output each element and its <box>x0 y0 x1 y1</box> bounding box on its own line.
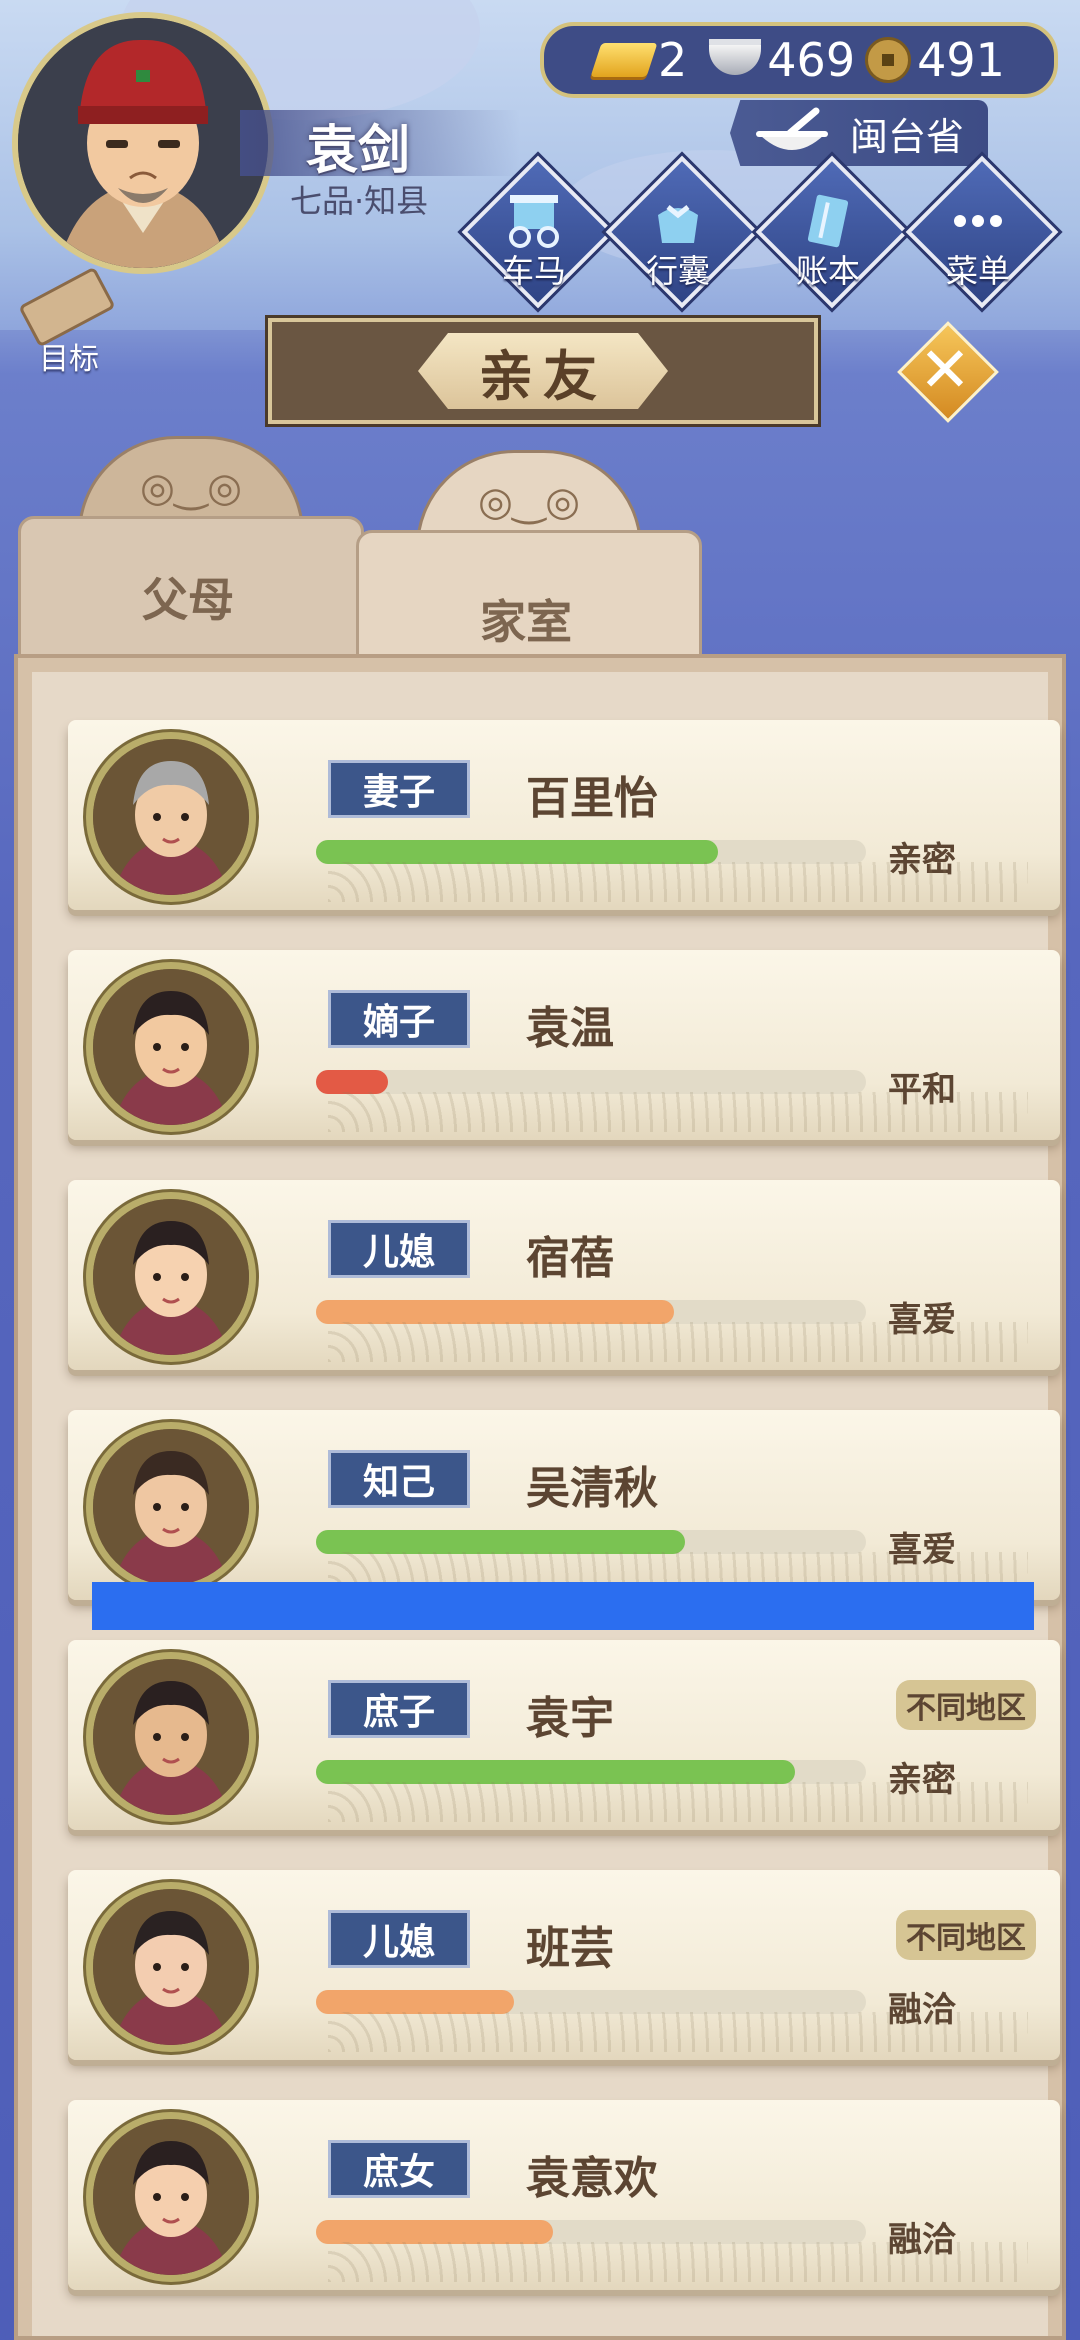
province-name: 闽台省 <box>850 114 965 159</box>
affinity-bar <box>316 1530 866 1554</box>
role-tag: 庶子 <box>328 1680 470 1738</box>
gold-ingot-icon <box>590 43 658 77</box>
goal-label: 目标 <box>39 342 99 377</box>
member-card[interactable]: 儿媳 班芸 融洽 不同地区 <box>68 1870 1060 2060</box>
affinity-bar <box>316 2220 866 2244</box>
tab-label: 家室 <box>480 595 572 649</box>
role-tag: 儿媳 <box>328 1910 470 1968</box>
role-tag: 嫡子 <box>328 990 470 1048</box>
close-button[interactable]: ✕ <box>897 321 999 423</box>
nav-ledger-button[interactable]: 账本 <box>755 155 909 309</box>
family-list: 妻子 百里怡 亲密 嫡子 袁温 平和 儿媳 宿蓓 喜爱 知己 吴清秋 喜爱 庶子 袁宇 亲密 不同地区 儿媳 班芸… <box>32 672 1060 2336</box>
member-name: 吴清秋 <box>526 1463 658 1514</box>
tab-household[interactable]: 家室 <box>356 450 702 686</box>
wave-decoration <box>328 862 1028 902</box>
nav-label: 行囊 <box>645 252 710 290</box>
member-card[interactable]: 妻子 百里怡 亲密 <box>68 720 1060 910</box>
copper-amount: 491 <box>917 33 1005 87</box>
character-portrait-icon <box>93 969 249 1125</box>
close-icon: ✕ <box>919 332 971 406</box>
affinity-bar-fill <box>316 1760 795 1784</box>
member-portrait[interactable] <box>86 1652 256 1822</box>
affinity-bar <box>316 1760 866 1784</box>
nav-menu-button[interactable]: 菜单 <box>905 155 1059 309</box>
affinity-bar <box>316 1070 866 1094</box>
character-portrait-icon <box>93 1889 249 2045</box>
wave-decoration <box>328 1782 1028 1822</box>
wave-decoration <box>328 2012 1028 2052</box>
affinity-bar-fill <box>316 1070 388 1094</box>
member-portrait[interactable] <box>86 1882 256 2052</box>
role-tag: 庶女 <box>328 2140 470 2198</box>
wave-decoration <box>328 2242 1028 2282</box>
member-name: 袁宇 <box>526 1693 614 1744</box>
member-card[interactable]: 嫡子 袁温 平和 <box>68 950 1060 1140</box>
affinity-bar-fill <box>316 2220 553 2244</box>
character-portrait-icon <box>93 1429 249 1585</box>
member-portrait[interactable] <box>86 962 256 1132</box>
region-badge: 不同地区 <box>896 1680 1036 1730</box>
official-portrait-icon <box>18 18 268 268</box>
silver-currency: 469 <box>687 33 855 87</box>
nav-label: 菜单 <box>945 252 1010 290</box>
member-card[interactable]: 庶子 袁宇 亲密 不同地区 <box>68 1640 1060 1830</box>
silver-ingot-icon <box>709 45 762 75</box>
role-tag: 儿媳 <box>328 1220 470 1278</box>
affinity-bar <box>316 840 866 864</box>
member-name: 百里怡 <box>526 773 658 824</box>
member-portrait[interactable] <box>86 732 256 902</box>
member-name: 袁温 <box>526 1003 614 1054</box>
gold-currency: 2 <box>544 33 687 87</box>
character-portrait-icon <box>93 1659 249 1815</box>
role-tag: 妻子 <box>328 760 470 818</box>
member-name: 班芸 <box>526 1923 614 1974</box>
affinity-bar <box>316 1990 866 2014</box>
currency-bar: 2 469 491 <box>540 22 1058 98</box>
character-portrait-icon <box>93 739 249 895</box>
nav-carriage-button[interactable]: 车马 <box>461 155 615 309</box>
player-rank: 七品·知县 <box>290 182 429 220</box>
member-card[interactable]: 庶女 袁意欢 融洽 <box>68 2100 1060 2290</box>
player-avatar[interactable] <box>12 12 274 274</box>
nav-label: 账本 <box>795 252 860 290</box>
player-name: 袁剑 <box>306 121 411 181</box>
character-portrait-icon <box>93 2119 249 2275</box>
province-button[interactable]: 闽台省 <box>730 100 988 166</box>
affinity-bar-fill <box>316 1990 514 2014</box>
title-plaque: 亲友 <box>268 318 818 424</box>
member-portrait[interactable] <box>86 1192 256 1362</box>
copper-currency: 491 <box>855 33 1005 87</box>
gold-amount: 2 <box>658 33 688 87</box>
mortar-icon <box>756 107 828 150</box>
tab-parents[interactable]: 父母 <box>18 436 364 672</box>
character-portrait-icon <box>93 1199 249 1355</box>
wave-decoration <box>328 1322 1028 1362</box>
page-title: 亲友 <box>418 333 668 409</box>
goal-button[interactable]: 目标 <box>14 266 124 377</box>
member-name: 袁意欢 <box>526 2153 658 2204</box>
tab-label: 父母 <box>142 573 234 627</box>
role-tag: 知己 <box>328 1450 470 1508</box>
nav-bundle-button[interactable]: 行囊 <box>605 155 759 309</box>
member-card[interactable]: 知己 吴清秋 喜爱 <box>68 1410 1060 1600</box>
region-badge: 不同地区 <box>896 1910 1036 1960</box>
affinity-bar-fill <box>316 840 718 864</box>
highlight-strip <box>92 1582 1034 1630</box>
member-name: 宿蓓 <box>526 1233 614 1284</box>
member-portrait[interactable] <box>86 2112 256 2282</box>
affinity-bar-fill <box>316 1300 674 1324</box>
affinity-bar-fill <box>316 1530 685 1554</box>
silver-amount: 469 <box>767 33 856 87</box>
family-panel: 妻子 百里怡 亲密 嫡子 袁温 平和 儿媳 宿蓓 喜爱 知己 吴清秋 喜爱 庶子 袁宇 亲密 不同地区 儿媳 班芸… <box>14 654 1066 2340</box>
copper-coin-icon <box>865 37 912 83</box>
member-portrait[interactable] <box>86 1422 256 1592</box>
member-card[interactable]: 儿媳 宿蓓 喜爱 <box>68 1180 1060 1370</box>
nav-label: 车马 <box>501 252 566 290</box>
wave-decoration <box>328 1092 1028 1132</box>
affinity-bar <box>316 1300 866 1324</box>
